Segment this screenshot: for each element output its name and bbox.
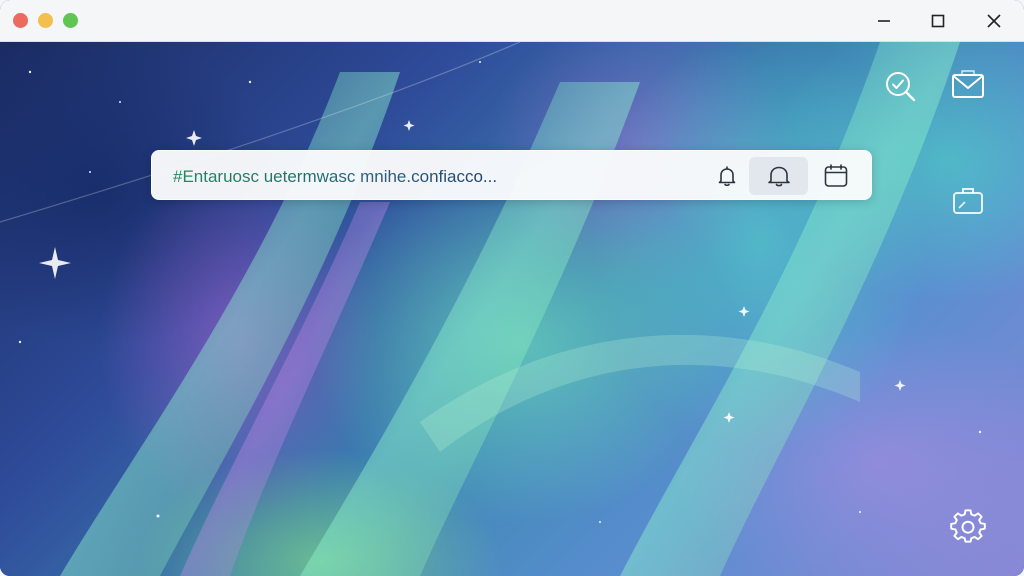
title-bar[interactable] — [0, 0, 1024, 42]
search-tool-button[interactable] — [882, 68, 918, 104]
app-window: #Entaruosc uetermwasc mnihe.confiacco... — [0, 0, 1024, 576]
alerts-button[interactable] — [749, 157, 808, 195]
traffic-light-zoom[interactable] — [63, 13, 78, 28]
gear-icon — [950, 509, 986, 543]
search-input[interactable]: #Entaruosc uetermwasc mnihe.confiacco... — [173, 166, 693, 188]
bell-icon — [718, 166, 736, 187]
close-button[interactable] — [981, 8, 1007, 34]
maximize-icon — [931, 14, 945, 28]
calendar-icon — [824, 164, 848, 187]
briefcase-icon — [953, 188, 983, 214]
search-check-icon — [886, 72, 916, 102]
mail-icon — [952, 70, 984, 98]
search-bar[interactable]: #Entaruosc uetermwasc mnihe.confiacco... — [151, 150, 872, 200]
calendar-button[interactable] — [817, 157, 855, 195]
maximize-button[interactable] — [925, 8, 951, 34]
traffic-light-minimize[interactable] — [38, 13, 53, 28]
close-icon — [987, 14, 1001, 28]
bell-icon — [767, 166, 790, 187]
notification-button[interactable] — [708, 157, 746, 195]
minimize-button[interactable] — [871, 8, 897, 34]
settings-button[interactable] — [950, 509, 986, 545]
traffic-light-close[interactable] — [13, 13, 28, 28]
aurora-wallpaper: #Entaruosc uetermwasc mnihe.confiacco... — [0, 42, 1024, 576]
aurora-decoration — [0, 42, 982, 576]
minimize-icon — [878, 20, 890, 22]
mail-button[interactable] — [950, 68, 986, 104]
briefcase-button[interactable] — [950, 183, 986, 219]
